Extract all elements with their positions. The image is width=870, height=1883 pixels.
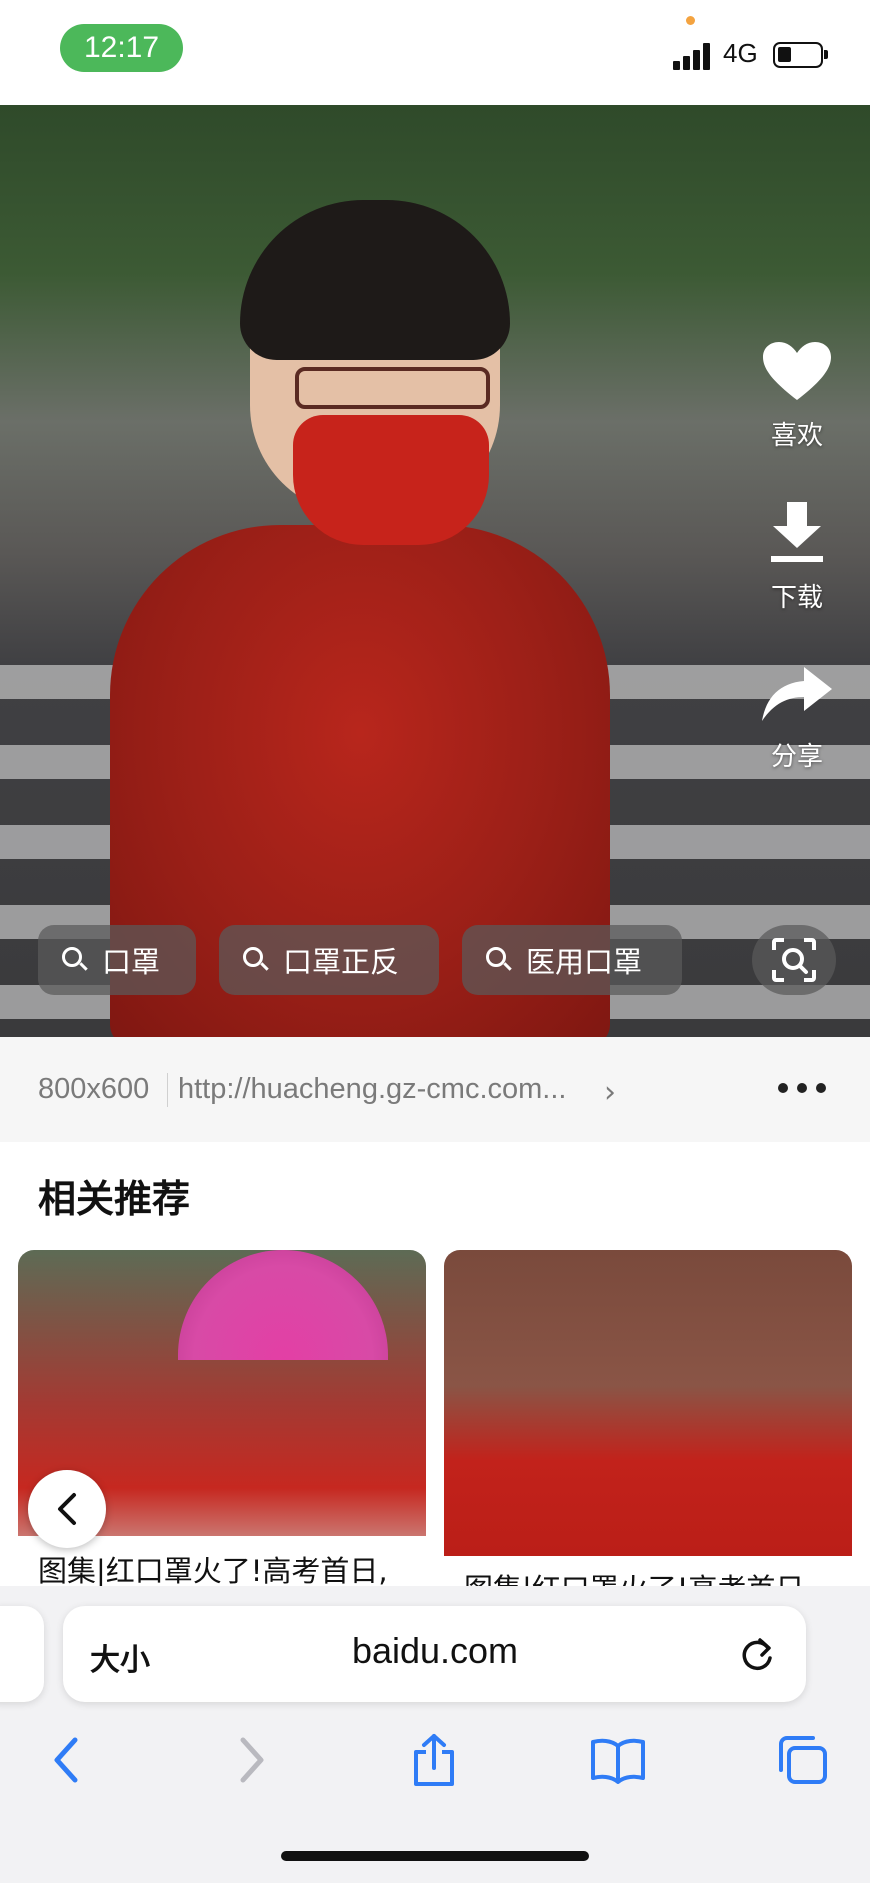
share-icon [414, 1734, 454, 1786]
chevron-right-icon [240, 1737, 264, 1783]
chevron-left-icon [58, 1493, 76, 1525]
status-time: 12:17 [83, 31, 160, 64]
image-info-row: 800x600 http://huacheng.gz-cmc.com... › [0, 1037, 870, 1142]
main-photo[interactable]: 喜欢 下载 分享 口罩 口罩正反 医用口罩 [0, 105, 870, 1037]
bookmarks-button[interactable] [588, 1730, 648, 1790]
red-face-mask [293, 415, 489, 545]
divider [167, 1073, 168, 1107]
like-action[interactable]: 喜欢 [752, 340, 842, 452]
status-bar: 12:17 4G [0, 0, 870, 105]
image-search-button[interactable] [752, 925, 836, 995]
heart-icon [763, 342, 831, 400]
book-icon [591, 1738, 645, 1784]
download-icon [771, 502, 823, 562]
source-url-link[interactable]: http://huacheng.gz-cmc.com... [178, 1073, 598, 1106]
time-pill: 12:17 [60, 24, 183, 72]
search-chip-2[interactable]: 口罩正反 [219, 925, 439, 995]
back-button[interactable] [28, 1470, 106, 1548]
home-indicator [281, 1851, 589, 1861]
search-icon [243, 947, 269, 973]
share-button[interactable] [404, 1730, 464, 1790]
chevron-right-icon[interactable]: › [604, 1075, 616, 1110]
search-icon [486, 947, 512, 973]
download-label: 下载 [770, 583, 823, 613]
share-action[interactable]: 分享 [752, 665, 842, 773]
address-domain[interactable]: baidu.com [280, 1630, 590, 1672]
share-label: 分享 [770, 742, 823, 772]
tabs-icon [779, 1736, 827, 1784]
page: 12:17 4G 喜欢 下载 分享 口罩 口罩正反 医用口罩 800x600 h… [0, 0, 870, 1883]
more-options-icon[interactable] [778, 1083, 826, 1093]
tabs-button[interactable] [772, 1730, 832, 1790]
text-size-button[interactable]: 大小 [90, 1635, 150, 1679]
image-size: 800x600 [38, 1073, 150, 1105]
chevron-left-icon [54, 1737, 78, 1783]
download-action[interactable]: 下载 [752, 500, 842, 614]
umbrella [178, 1250, 388, 1360]
search-chip-label: 口罩 [102, 945, 161, 979]
woman-hair [240, 200, 510, 360]
related-thumbnail-2[interactable] [444, 1250, 852, 1590]
search-chip-3[interactable]: 医用口罩 [462, 925, 682, 995]
network-type: 4G [723, 38, 758, 68]
previous-tab-edge[interactable] [0, 1606, 44, 1702]
like-label: 喜欢 [770, 421, 823, 451]
glasses [295, 367, 490, 409]
search-icon [62, 947, 88, 973]
related-section-title: 相关推荐 [38, 1177, 191, 1221]
privacy-indicator-dot [686, 16, 695, 25]
search-chip-label: 口罩正反 [283, 945, 400, 979]
scan-lens-icon [772, 938, 816, 982]
signal-icon [673, 42, 713, 70]
forward-nav-button[interactable] [222, 1730, 282, 1790]
search-chip-1[interactable]: 口罩 [38, 925, 196, 995]
back-nav-button[interactable] [36, 1730, 96, 1790]
reload-icon[interactable] [738, 1636, 776, 1674]
battery-icon [773, 42, 828, 68]
search-chip-label: 医用口罩 [526, 945, 643, 979]
share-arrow-icon [762, 667, 832, 721]
